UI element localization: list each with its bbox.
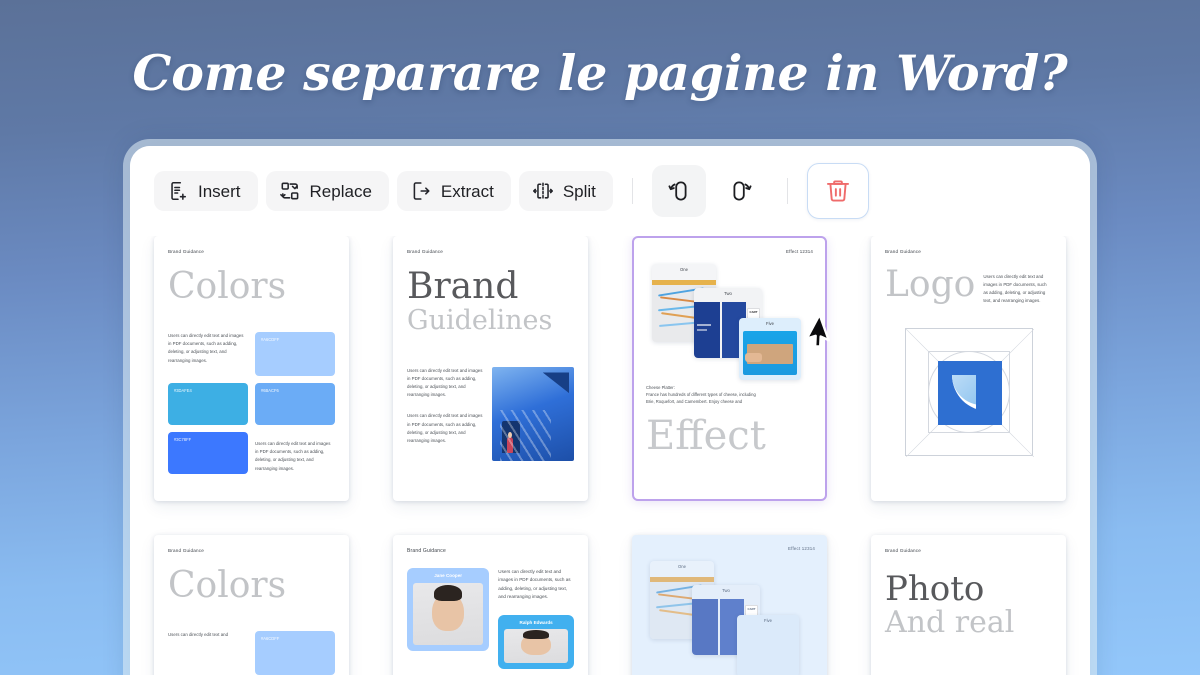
page-title-banner: Come separare le pagine in Word? — [0, 44, 1200, 102]
illustration-figure — [507, 431, 514, 454]
effect-card-label: One — [680, 267, 688, 272]
page-body-text: Users can directly edit text and — [168, 632, 229, 638]
toolbar-divider-1 — [631, 178, 633, 204]
page-heading-secondary: Guidelines — [407, 305, 553, 337]
page-kicker: Brand Guidance — [168, 548, 204, 553]
page-header-label: Effect 12314 — [788, 546, 815, 551]
page-body-text: Users can directly edit text and images … — [255, 441, 331, 471]
page-title: Come separare le pagine in Word? — [132, 44, 1068, 102]
person-name: Ralph Edwards — [519, 619, 553, 625]
person-photo — [413, 583, 484, 645]
page-heading: Effect — [646, 413, 766, 460]
page-thumbnail-2[interactable]: Brand Guidance Brand Guidelines Users ca… — [393, 236, 588, 501]
replace-button-label: Replace — [309, 181, 372, 201]
illustration-door — [502, 421, 521, 454]
insert-button-label: Insert — [198, 181, 241, 201]
effect-card-label: Five — [764, 618, 772, 623]
page-kicker: Brand Guidance — [407, 249, 443, 254]
page-heading: Logo — [885, 264, 976, 305]
page-heading-primary: Brand — [407, 266, 519, 307]
logo-mark-d — [937, 360, 1002, 425]
extract-button-label: Extract — [440, 181, 494, 201]
page-body-text: Users can directly edit text and images … — [168, 333, 244, 363]
effect-caption-body: France has hundreds of different types o… — [646, 392, 756, 405]
rotate-left-icon — [665, 177, 693, 205]
page-body-text: Users can directly edit text and images … — [407, 413, 483, 443]
person-card-1: Jane Cooper — [407, 568, 490, 651]
color-swatch: #3DAFE4 — [168, 383, 248, 426]
toolbar-divider-2 — [786, 178, 788, 204]
insert-page-icon — [167, 180, 189, 202]
toolbar: Insert Replace Extract Split — [130, 146, 1090, 236]
insert-button[interactable]: Insert — [154, 171, 258, 211]
page-heading: Colors — [168, 565, 287, 606]
pages-grid: Brand Guidance Colors Users can directly… — [154, 236, 1066, 675]
page-body-text: Users can directly edit text and images … — [498, 569, 571, 600]
page-illustration — [491, 366, 574, 461]
page-heading: Colors — [168, 266, 287, 307]
effect-card-label: One — [678, 564, 686, 569]
color-swatch: #A6CDFF — [255, 631, 335, 675]
person-photo — [504, 628, 568, 663]
color-swatch: #3C78FF — [168, 432, 248, 475]
pages-scroll-area[interactable]: Brand Guidance Colors Users can directly… — [130, 236, 1090, 675]
page-body-text: Users can directly edit text and images … — [407, 367, 483, 398]
replace-button[interactable]: Replace — [265, 171, 389, 211]
effect-card-five: Five — [737, 615, 799, 675]
page-kicker: Brand Guidance — [885, 249, 921, 254]
logo-construction-grid — [904, 327, 1034, 457]
rotate-left-button[interactable] — [651, 165, 706, 217]
color-swatch-hex: #6BACF6 — [261, 388, 279, 394]
page-thumbnail-4[interactable]: Brand Guidance Logo Users can directly e… — [871, 236, 1066, 501]
rotate-right-button[interactable] — [714, 165, 768, 217]
page-heading-secondary: And real — [885, 605, 1015, 641]
color-swatch-hex: #A6CDFF — [261, 337, 280, 343]
page-header-label: Effect 12314 — [786, 249, 813, 254]
page-thumbnail-6[interactable]: Brand Guidance Jane Cooper Users can dir… — [393, 535, 588, 675]
effect-card-label: Two — [724, 291, 732, 296]
page-heading-primary: Photo — [885, 569, 985, 609]
split-page-icon — [532, 180, 554, 202]
page-thumbnail-3[interactable]: Effect 12314 One Two CART Five Cheese Pl… — [632, 236, 827, 501]
color-swatch: #A6CDFF — [255, 332, 335, 377]
page-thumbnail-8[interactable]: Brand Guidance Photo And real — [871, 535, 1066, 675]
page-thumbnail-5[interactable]: Brand Guidance Colors Users can directly… — [154, 535, 349, 675]
extract-page-icon — [410, 180, 432, 202]
cart-badge: CART — [747, 607, 756, 611]
person-card-2: Ralph Edwards — [498, 614, 574, 669]
page-thumbnail-1[interactable]: Brand Guidance Colors Users can directly… — [154, 236, 349, 501]
split-button[interactable]: Split — [518, 171, 613, 211]
extract-button[interactable]: Extract — [396, 171, 511, 211]
color-swatch-hex: #A6CDFF — [261, 636, 280, 642]
cart-badge: CART — [749, 310, 758, 314]
person-name: Jane Cooper — [434, 573, 463, 578]
page-kicker: Brand Guidance — [885, 548, 921, 553]
page-body-text: Users can directly edit text and images … — [983, 274, 1047, 304]
trash-icon — [823, 176, 853, 206]
page-thumbnail-7[interactable]: Effect 12314 One Two CART Five — [632, 535, 827, 675]
color-swatch-hex: #3C78FF — [174, 437, 192, 443]
replace-page-icon — [279, 180, 301, 202]
effect-card-label: Two — [722, 588, 730, 593]
rotate-right-icon — [727, 177, 755, 205]
effect-card-five: Five — [739, 318, 801, 380]
split-button-label: Split — [562, 181, 596, 201]
delete-button[interactable] — [806, 163, 869, 219]
page-kicker: Brand Guidance — [168, 249, 204, 254]
effect-card-label: Five — [766, 321, 774, 326]
page-kicker: Brand Guidance — [407, 548, 446, 554]
effect-caption-title: Cheese Platter: — [646, 385, 675, 390]
color-swatch: #6BACF6 — [255, 383, 335, 426]
color-swatch-hex: #3DAFE4 — [174, 388, 192, 394]
app-window: Insert Replace Extract Split Brand Guida… — [130, 146, 1090, 675]
